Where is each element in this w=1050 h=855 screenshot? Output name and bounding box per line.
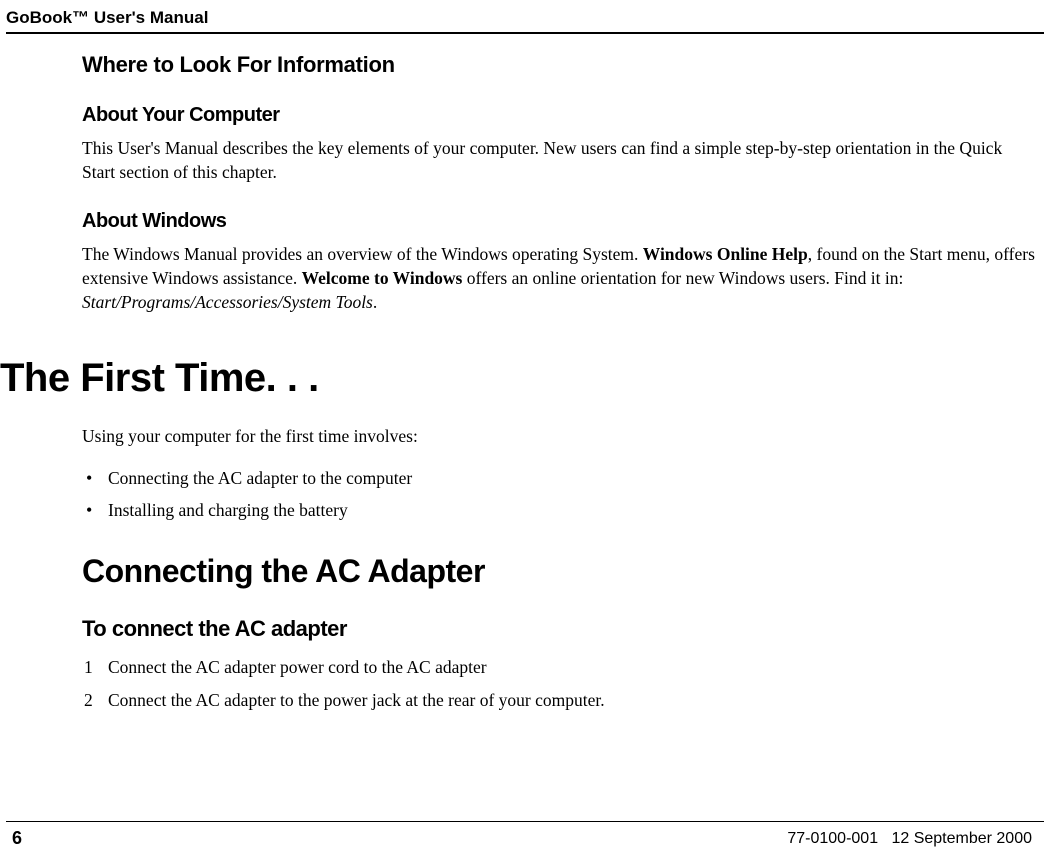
- subheading-about-windows: About Windows: [82, 210, 1038, 233]
- page-footer: 6 77-0100-001 12 September 2000: [6, 821, 1044, 849]
- subheading-to-connect: To connect the AC adapter: [82, 616, 1038, 642]
- paragraph-first-time-intro: Using your computer for the first time i…: [82, 425, 1038, 449]
- subheading-about-computer: About Your Computer: [82, 104, 1038, 127]
- connect-steps: 1 Connect the AC adapter power cord to th…: [82, 654, 1038, 713]
- section-heading-connecting-ac: Connecting the AC Adapter: [82, 553, 1038, 590]
- list-item: Connecting the AC adapter to the compute…: [82, 465, 1038, 491]
- page-number: 6: [12, 828, 22, 849]
- section-heading-where-to-look: Where to Look For Information: [82, 52, 1038, 78]
- paragraph-about-computer: This User's Manual describes the key ele…: [82, 137, 1038, 184]
- list-item: 1 Connect the AC adapter power cord to th…: [82, 654, 1038, 680]
- page-content: Where to Look For Information About Your…: [0, 34, 1050, 713]
- step-number: 1: [84, 654, 93, 680]
- step-text: Connect the AC adapter to the power jack…: [108, 690, 605, 710]
- list-item: 2 Connect the AC adapter to the power jac…: [82, 687, 1038, 713]
- doc-info: 77-0100-001 12 September 2000: [787, 830, 1032, 848]
- header-title: GoBook™ User's Manual: [6, 8, 1044, 28]
- text-segment: offers an online orientation for new Win…: [462, 268, 903, 288]
- text-italic-path: Start/Programs/Accessories/System Tools: [82, 292, 373, 312]
- first-time-bullets: Connecting the AC adapter to the compute…: [82, 465, 1038, 524]
- step-text: Connect the AC adapter power cord to the…: [108, 657, 487, 677]
- step-number: 2: [84, 687, 93, 713]
- doc-number: 77-0100-001: [787, 830, 878, 847]
- text-segment: The Windows Manual provides an overview …: [82, 244, 643, 264]
- doc-date: 12 September 2000: [891, 830, 1032, 847]
- list-item: Installing and charging the battery: [82, 497, 1038, 523]
- page-header: GoBook™ User's Manual: [6, 0, 1044, 34]
- text-bold-windows-help: Windows Online Help: [643, 244, 808, 264]
- text-segment: .: [373, 292, 377, 312]
- text-bold-welcome: Welcome to Windows: [302, 268, 463, 288]
- paragraph-about-windows: The Windows Manual provides an overview …: [82, 243, 1038, 314]
- section-heading-first-time: The First Time. . .: [0, 356, 1038, 401]
